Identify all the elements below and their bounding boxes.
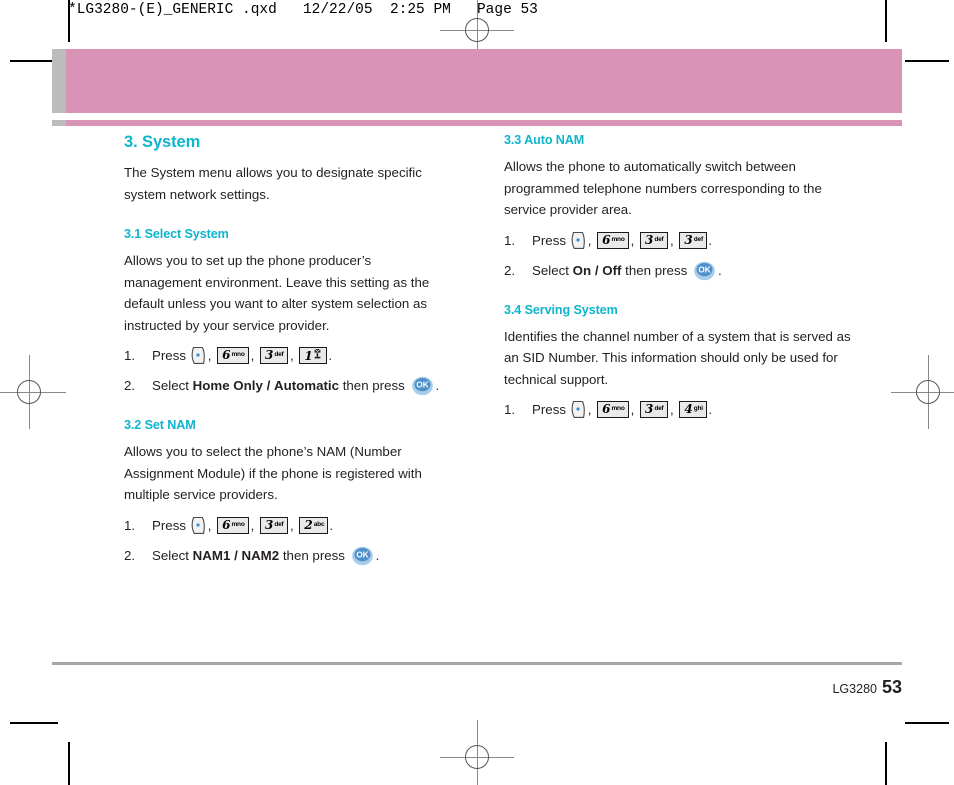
option-label-b: Automatic bbox=[273, 378, 339, 393]
step-list-3-2: 1. Press , 6mno, 3def, 2abc. 2. Select N… bbox=[124, 516, 434, 566]
subsection-title-3-3: 3.3 Auto NAM bbox=[504, 133, 585, 147]
list-item: 2. Select Home Only / Automatic then pre… bbox=[124, 376, 439, 396]
option-separator: / bbox=[594, 262, 599, 278]
svg-text:OK: OK bbox=[698, 265, 710, 274]
subsection-title-3-1: 3.1 Select System bbox=[124, 227, 229, 241]
option-label-b: NAM2 bbox=[241, 547, 280, 563]
keypad-key-6: 6mno bbox=[217, 347, 249, 364]
step-lead: Select bbox=[152, 378, 189, 393]
registration-target-left bbox=[0, 355, 66, 429]
subsection-body-3-1: Allows you to set up the phone producer’… bbox=[124, 253, 430, 333]
masthead-divider-tab bbox=[52, 120, 66, 126]
option-separator: / bbox=[234, 547, 238, 563]
keypad-key-3: 3def bbox=[640, 401, 668, 418]
masthead-band-fill bbox=[66, 49, 902, 113]
step-lead: Press bbox=[532, 402, 566, 417]
list-item: 1. Press , 6mno, 3def, 3def. bbox=[504, 231, 852, 251]
step-tail: . bbox=[435, 378, 440, 393]
footer-rule bbox=[52, 662, 902, 665]
step-tail: . bbox=[708, 232, 713, 248]
svg-text:OK: OK bbox=[356, 550, 368, 559]
crop-mark-right-h bbox=[905, 60, 949, 62]
option-label-a: On bbox=[572, 262, 592, 278]
keypad-key-6: 6mno bbox=[597, 401, 629, 418]
keypad-key-6: 6mno bbox=[217, 516, 249, 534]
step-lead: Press bbox=[532, 232, 566, 248]
crop-mark-bottom-right-h bbox=[905, 722, 949, 724]
list-item: 2. Select On / Off then press OK . bbox=[504, 261, 852, 281]
step-list-3-3: 1. Press , 6mno, 3def, 3def. 2. Select O… bbox=[504, 231, 852, 281]
step-number: 2. bbox=[124, 547, 136, 563]
step-number: 2. bbox=[504, 262, 516, 278]
step-number: 2. bbox=[124, 378, 136, 393]
page-title: 3. System bbox=[124, 133, 201, 151]
file-header-text: *LG3280-(E)_GENERIC .qxd 12/22/05 2:25 P… bbox=[68, 2, 538, 18]
step-list-3-4: 1. Press , 6mno, 3def, 4ghi. bbox=[504, 400, 852, 420]
registration-target-bottom bbox=[440, 720, 514, 785]
document-page: *LG3280-(E)_GENERIC .qxd 12/22/05 2:25 P… bbox=[0, 0, 954, 785]
step-number: 1. bbox=[124, 517, 136, 533]
option-label-a: NAM1 bbox=[192, 547, 231, 563]
menu-softkey-icon bbox=[571, 400, 586, 419]
masthead-divider-fill bbox=[66, 120, 902, 126]
option-separator: / bbox=[266, 378, 271, 393]
step-lead: Press bbox=[152, 517, 186, 533]
crop-mark-bottom-right-v bbox=[885, 742, 887, 785]
step-tail: . bbox=[717, 262, 722, 278]
step-tail: . bbox=[329, 517, 334, 533]
list-item: 2. Select NAM1 / NAM2 then press OK . bbox=[124, 546, 434, 566]
option-label-b: Off bbox=[602, 262, 622, 278]
keypad-key-4: 4ghi bbox=[679, 401, 708, 418]
step-number: 1. bbox=[124, 348, 136, 363]
step-list-3-1: 1. Press , 6mno, 3def, 1 . 2. Select Hom… bbox=[124, 346, 439, 396]
crop-mark-top-right-v bbox=[885, 0, 887, 42]
step-lead: Press bbox=[152, 348, 186, 363]
step-tail: . bbox=[375, 547, 380, 563]
step-tail: . bbox=[708, 402, 713, 417]
step-tail: . bbox=[328, 348, 333, 363]
ok-button-icon: OK bbox=[351, 546, 374, 566]
option-label-a: Home Only bbox=[192, 378, 263, 393]
menu-softkey-icon bbox=[191, 346, 206, 365]
footer: LG3280 53 bbox=[832, 677, 902, 698]
step-lead: Select bbox=[532, 262, 569, 278]
keypad-key-3: 3def bbox=[260, 347, 288, 364]
step-number: 1. bbox=[504, 232, 516, 248]
crop-mark-bottom-left-v bbox=[68, 742, 70, 785]
voicemail-icon bbox=[314, 348, 321, 359]
list-item: 1. Press , 6mno, 3def, 4ghi. bbox=[504, 400, 852, 420]
step-mid-text: then press bbox=[342, 378, 405, 393]
ok-button-icon: OK bbox=[693, 261, 716, 281]
menu-softkey-icon bbox=[571, 231, 586, 250]
masthead-band-tab bbox=[52, 49, 66, 113]
footer-page-number: 53 bbox=[881, 677, 902, 697]
left-column: 3. System The System menu allows you to … bbox=[124, 133, 439, 576]
subsection-body-3-2: Allows you to select the phone’s NAM (Nu… bbox=[124, 444, 422, 502]
menu-softkey-icon bbox=[191, 516, 206, 535]
step-lead: Select bbox=[152, 547, 189, 563]
svg-text:OK: OK bbox=[416, 381, 428, 390]
keypad-key-2: 2abc bbox=[299, 516, 329, 534]
registration-target-right bbox=[891, 355, 954, 429]
subsection-body-3-3: Allows the phone to automatically switch… bbox=[504, 159, 822, 217]
keypad-key-3: 3def bbox=[260, 516, 288, 534]
crop-mark-left-h bbox=[10, 60, 58, 62]
keypad-key-3b: 3def bbox=[679, 231, 708, 249]
section-intro-text: The System menu allows you to designate … bbox=[124, 165, 422, 202]
list-item: 1. Press , 6mno, 3def, 2abc. bbox=[124, 516, 434, 536]
subsection-title-3-2: 3.2 Set NAM bbox=[124, 418, 196, 432]
keypad-key-6: 6mno bbox=[597, 231, 629, 249]
right-column: 3.3 Auto NAM Allows the phone to automat… bbox=[504, 133, 852, 430]
step-mid-text: then press bbox=[625, 262, 688, 278]
subsection-body-3-4: Identifies the channel number of a syste… bbox=[504, 328, 851, 387]
keypad-key-1: 1 bbox=[299, 347, 328, 364]
footer-model-name: LG3280 bbox=[832, 682, 877, 696]
keypad-key-3: 3def bbox=[640, 231, 668, 249]
step-number: 1. bbox=[504, 402, 516, 417]
step-mid-text: then press bbox=[282, 547, 345, 563]
crop-mark-bottom-left-h bbox=[10, 722, 58, 724]
ok-button-icon: OK bbox=[411, 376, 434, 396]
list-item: 1. Press , 6mno, 3def, 1 . bbox=[124, 346, 434, 366]
subsection-title-3-4: 3.4 Serving System bbox=[504, 302, 618, 317]
